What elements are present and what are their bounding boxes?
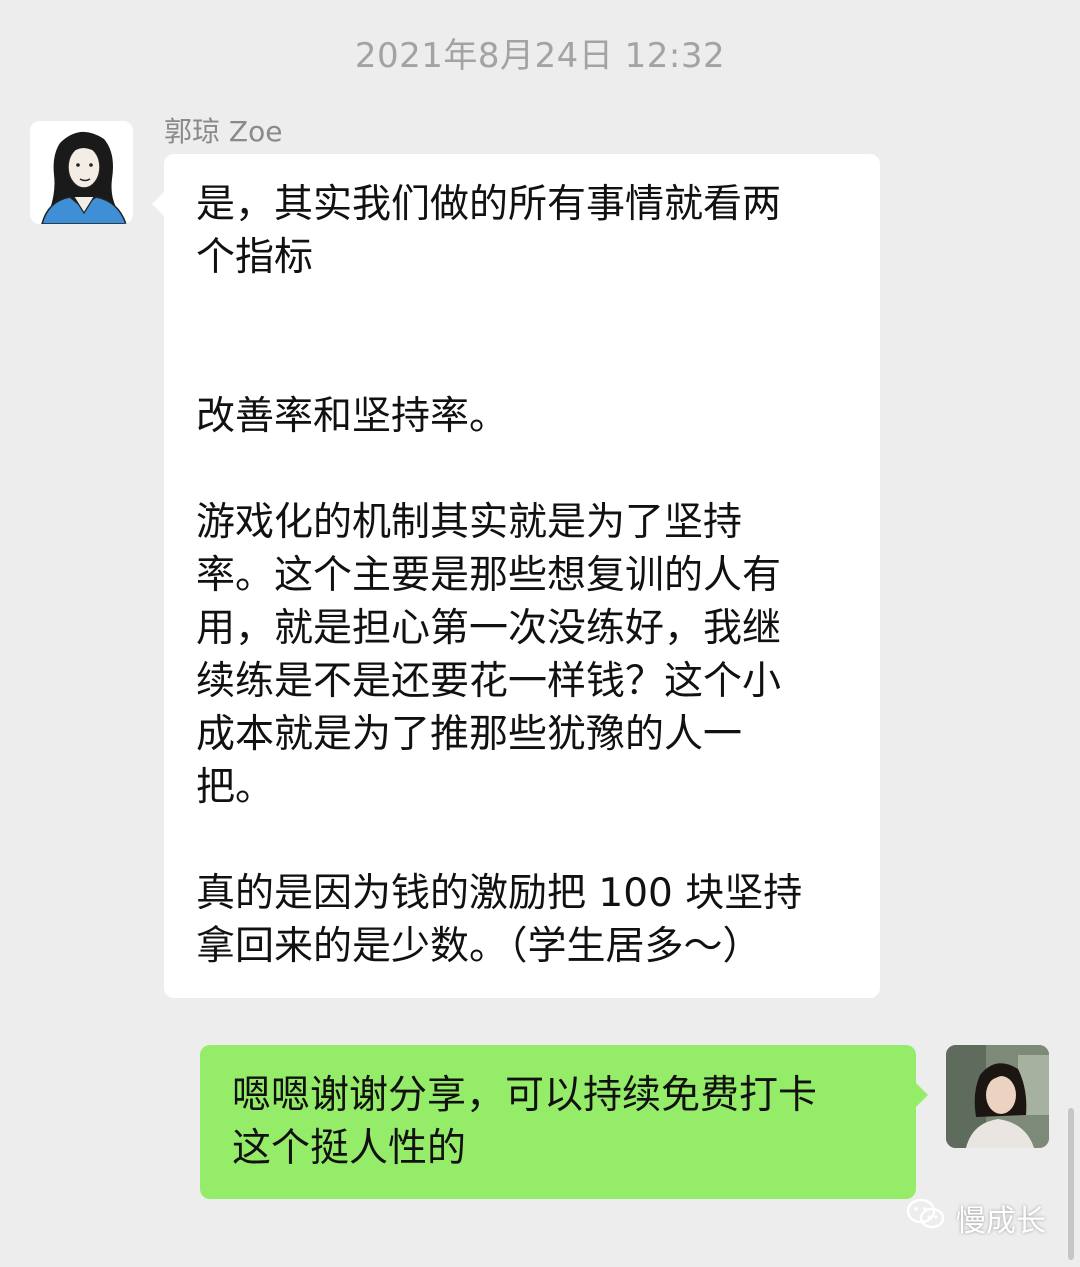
sender-name: 郭琼 Zoe — [164, 115, 283, 148]
message-paragraph: 是，其实我们做的所有事情就看两 个指标 — [196, 182, 782, 280]
message-paragraph: 游戏化的机制其实就是为了坚持 率。这个主要是那些想复训的人有 用，就是担心第一次… — [196, 500, 782, 810]
message-paragraph: 真的是因为钱的激励把 100 块坚持 拿回来的是少数。（学生居多～） — [196, 871, 803, 969]
scrollbar[interactable] — [1068, 1108, 1074, 1260]
incoming-message-bubble[interactable]: 是，其实我们做的所有事情就看两 个指标 改善率和坚持率。 游戏化的机制其实就是为… — [152, 154, 880, 998]
outgoing-message-bubble[interactable]: 嗯嗯谢谢分享，可以持续免费打卡 这个挺人性的 — [200, 1045, 928, 1199]
chat-timestamp: 2021年8月24日 12:32 — [354, 36, 726, 76]
watermark: 慢成长 — [906, 1196, 1046, 1240]
watermark-label: 慢成长 — [956, 1204, 1046, 1239]
illustrated-woman-avatar-icon[interactable] — [30, 121, 133, 224]
message-paragraph: 嗯嗯谢谢分享，可以持续免费打卡 这个挺人性的 — [232, 1073, 818, 1171]
message-paragraph: 改善率和坚持率。 — [196, 394, 509, 439]
photo-woman-avatar-icon[interactable] — [946, 1045, 1049, 1148]
wechat-official-account-icon — [906, 1198, 946, 1238]
